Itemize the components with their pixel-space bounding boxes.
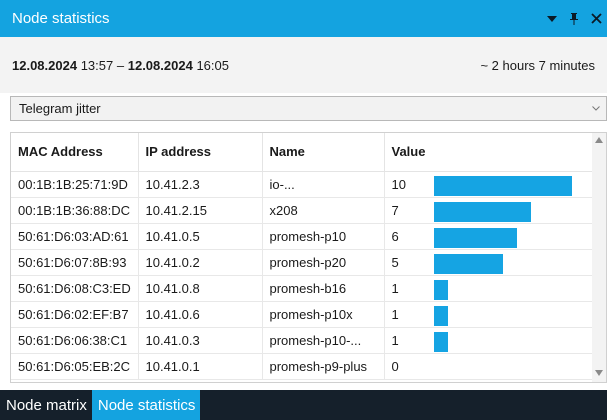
value-bar [433, 253, 503, 274]
table-row[interactable]: 50:61:D6:03:AD:61 10.41.0.5 promesh-p10 6 [11, 223, 595, 250]
cell-value: 5 [384, 249, 595, 276]
cell-ip: 10.41.2.3 [138, 171, 263, 198]
cell-name: promesh-b16 [262, 275, 385, 302]
cell-mac: 50:61:D6:07:8B:93 [11, 249, 139, 276]
metric-select[interactable]: Telegram jitter [10, 96, 607, 121]
cell-value: 7 [384, 197, 595, 224]
node-statistics-table: MAC Address IP address Name Value 00:1B:… [10, 132, 607, 383]
cell-value: 1 [384, 327, 595, 354]
value-number: 1 [391, 306, 399, 322]
cell-name: promesh-p10-... [262, 327, 385, 354]
scroll-up-icon[interactable] [595, 137, 603, 143]
table-row[interactable]: 00:1B:1B:25:71:9D 10.41.2.3 io-... 10 [11, 171, 595, 198]
table-row[interactable]: 00:1B:1B:36:88:DC 10.41.2.15 x208 7 [11, 197, 595, 224]
cell-ip: 10.41.0.8 [138, 275, 263, 302]
value-bar [433, 227, 517, 248]
cell-name: promesh-p10x [262, 301, 385, 328]
column-header-name[interactable]: Name [262, 133, 385, 172]
date-range-bar: 12.08.2024 13:57 – 12.08.2024 16:05 ~ 2 … [0, 37, 607, 93]
cell-name: promesh-p9-plus [262, 353, 385, 380]
vertical-scrollbar[interactable] [592, 133, 606, 382]
duration-label: ~ 2 hours 7 minutes [480, 57, 595, 73]
value-number: 10 [391, 176, 406, 192]
close-icon[interactable] [585, 0, 607, 37]
start-date: 12.08.2024 [12, 57, 78, 73]
value-number: 1 [391, 280, 399, 296]
cell-mac: 50:61:D6:08:C3:ED [11, 275, 139, 302]
value-number: 5 [391, 254, 399, 270]
cell-ip: 10.41.0.5 [138, 223, 263, 250]
column-header-mac[interactable]: MAC Address [11, 133, 139, 172]
column-header-value[interactable]: Value [384, 133, 595, 172]
value-bar [433, 305, 448, 326]
cell-name: promesh-p20 [262, 249, 385, 276]
chevron-down-icon [586, 103, 606, 114]
cell-ip: 10.41.0.6 [138, 301, 263, 328]
cell-name: io-... [262, 171, 385, 198]
end-time: 16:05 [196, 57, 229, 73]
scroll-down-icon[interactable] [595, 370, 603, 376]
cell-value: 10 [384, 171, 595, 198]
value-number: 1 [391, 332, 399, 348]
tab-node-matrix[interactable]: Node matrix [0, 390, 92, 420]
cell-value: 1 [384, 275, 595, 302]
value-bar [433, 201, 531, 222]
table-row[interactable]: 50:61:D6:06:38:C1 10.41.0.3 promesh-p10-..… [11, 327, 595, 354]
start-time: 13:57 [80, 57, 114, 73]
table-header-row: MAC Address IP address Name Value [11, 133, 595, 172]
table-row[interactable]: 50:61:D6:02:EF:B7 10.41.0.6 promesh-p10x 1 [11, 301, 595, 328]
cell-ip: 10.41.2.15 [138, 197, 263, 224]
value-number: 0 [391, 358, 399, 374]
cell-value: 0 [384, 353, 595, 380]
tab-node-statistics[interactable]: Node statistics [91, 390, 201, 420]
cell-mac: 50:61:D6:05:EB:2C [11, 353, 139, 380]
table-row[interactable]: 50:61:D6:08:C3:ED 10.41.0.8 promesh-b16 1 [11, 275, 595, 302]
bottom-tab-bar: Node matrix Node statistics [0, 390, 607, 420]
range-separator: – [116, 57, 125, 73]
value-number: 7 [391, 202, 399, 218]
cell-mac: 50:61:D6:03:AD:61 [11, 223, 139, 250]
end-date: 12.08.2024 [127, 57, 193, 73]
cell-mac: 50:61:D6:02:EF:B7 [11, 301, 139, 328]
cell-ip: 10.41.0.2 [138, 249, 263, 276]
date-range: 12.08.2024 13:57 – 12.08.2024 16:05 [12, 58, 480, 73]
cell-value: 1 [384, 301, 595, 328]
cell-value: 6 [384, 223, 595, 250]
value-number: 6 [391, 228, 399, 244]
window-title: Node statistics [12, 10, 110, 27]
cell-mac: 00:1B:1B:36:88:DC [11, 197, 139, 224]
dropdown-arrow-icon[interactable] [541, 0, 563, 37]
cell-name: x208 [262, 197, 385, 224]
window-titlebar: Node statistics [0, 0, 607, 37]
cell-mac: 00:1B:1B:25:71:9D [11, 171, 139, 198]
cell-ip: 10.41.0.3 [138, 327, 263, 354]
column-header-ip[interactable]: IP address [138, 133, 263, 172]
value-bar [433, 279, 448, 300]
metric-select-value: Telegram jitter [19, 101, 101, 116]
cell-ip: 10.41.0.1 [138, 353, 263, 380]
table-row[interactable]: 50:61:D6:05:EB:2C 10.41.0.1 promesh-p9-plu… [11, 353, 595, 380]
value-bar [433, 331, 448, 352]
cell-mac: 50:61:D6:06:38:C1 [11, 327, 139, 354]
table-row[interactable]: 50:61:D6:07:8B:93 10.41.0.2 promesh-p20 5 [11, 249, 595, 276]
cell-name: promesh-p10 [262, 223, 385, 250]
value-bar [433, 175, 572, 196]
pin-icon[interactable] [563, 0, 585, 37]
